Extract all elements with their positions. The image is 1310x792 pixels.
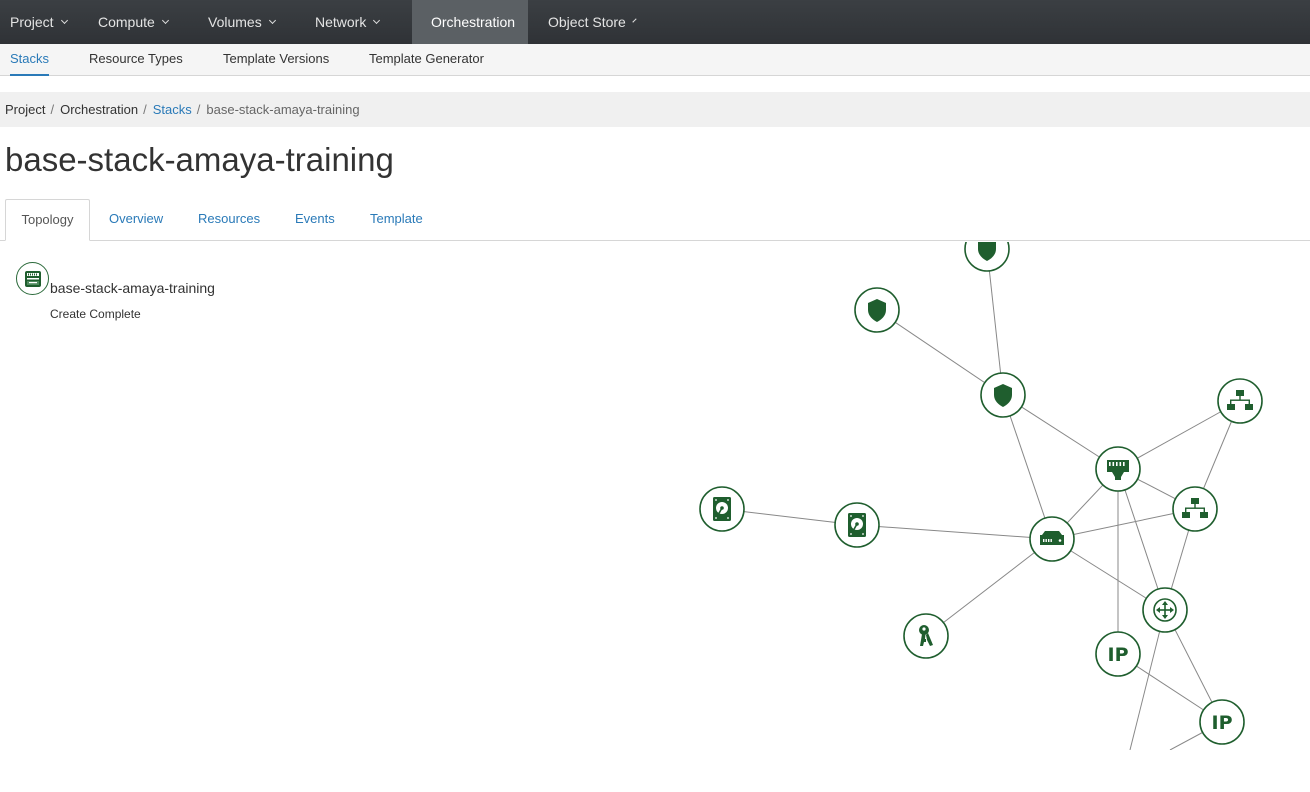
server-icon [1040, 531, 1064, 545]
nav-compute[interactable]: Compute [88, 0, 198, 44]
floating-ip-node[interactable]: IP [1199, 699, 1245, 745]
breadcrumb-separator: / [196, 102, 201, 117]
floating-ip-icon: IP [1108, 644, 1129, 666]
nav-project[interactable]: Project [0, 0, 88, 44]
nav-compute-label: Compute [98, 14, 155, 30]
nav-volumes[interactable]: Volumes [198, 0, 305, 44]
nav-volumes-label: Volumes [208, 14, 262, 30]
subnav-resource-types[interactable]: Resource Types [89, 44, 183, 76]
sub-navigation: Stacks Resource Types Template Versions … [0, 44, 1310, 76]
edge [856, 524, 1053, 540]
tab-events[interactable]: Events [295, 199, 335, 241]
hard-disk-icon [848, 513, 866, 537]
top-navigation: Project Compute Volumes Network Orchestr… [0, 0, 1310, 44]
detail-tabs: Topology Overview Resources Events Templ… [0, 199, 1310, 241]
volume-node[interactable] [834, 502, 880, 548]
floating-ip-node[interactable]: IP [1095, 631, 1141, 677]
edge [925, 538, 1053, 637]
tab-overview[interactable]: Overview [109, 199, 163, 241]
topology-edges [721, 248, 1241, 750]
server-node[interactable] [1029, 516, 1075, 562]
chevron-down-icon [373, 16, 381, 25]
chevron-down-icon [632, 18, 637, 23]
security-group-node[interactable] [980, 372, 1026, 418]
topology-graph: IP IP [0, 242, 1310, 750]
security-group-node[interactable] [964, 242, 1010, 272]
breadcrumb: Project / Orchestration / Stacks / base-… [0, 92, 1310, 127]
nav-orchestration-label: Orchestration [431, 14, 516, 30]
breadcrumb-stacks-link[interactable]: Stacks [153, 102, 192, 117]
floating-ip-icon: IP [1212, 712, 1233, 734]
chevron-down-icon [161, 16, 169, 25]
security-group-node[interactable] [854, 287, 900, 333]
port-node[interactable] [1095, 446, 1141, 492]
nav-project-label: Project [10, 14, 54, 30]
page-title: base-stack-amaya-training [5, 141, 394, 178]
chevron-down-icon [268, 16, 276, 25]
breadcrumb-separator: / [143, 102, 147, 117]
nav-object-store-label: Object Store [548, 14, 626, 30]
topology-svg: IP IP [699, 242, 1263, 750]
network-node[interactable] [1172, 486, 1218, 532]
tab-topology[interactable]: Topology [5, 199, 90, 241]
hard-disk-icon [713, 497, 731, 521]
subnav-template-versions[interactable]: Template Versions [223, 44, 329, 76]
breadcrumb-orchestration: Orchestration [60, 102, 139, 117]
subnav-template-generator[interactable]: Template Generator [369, 44, 484, 76]
keypair-node[interactable] [903, 613, 949, 659]
edge [1002, 394, 1053, 540]
breadcrumb-current: base-stack-amaya-training [206, 102, 360, 117]
nav-object-store[interactable]: Object Store [528, 0, 648, 44]
router-node[interactable] [1142, 587, 1188, 633]
volume-node[interactable] [699, 486, 745, 532]
subnav-stacks[interactable]: Stacks [10, 44, 50, 76]
breadcrumb-separator: / [50, 102, 55, 117]
breadcrumb-project: Project [5, 102, 46, 117]
tab-template[interactable]: Template [370, 199, 423, 241]
nav-orchestration[interactable]: Orchestration [412, 0, 528, 44]
router-icon [1153, 598, 1177, 622]
chevron-down-icon [60, 16, 68, 25]
nav-network[interactable]: Network [305, 0, 412, 44]
nav-network-label: Network [315, 14, 367, 30]
network-node[interactable] [1217, 378, 1263, 424]
tab-resources[interactable]: Resources [198, 199, 260, 241]
